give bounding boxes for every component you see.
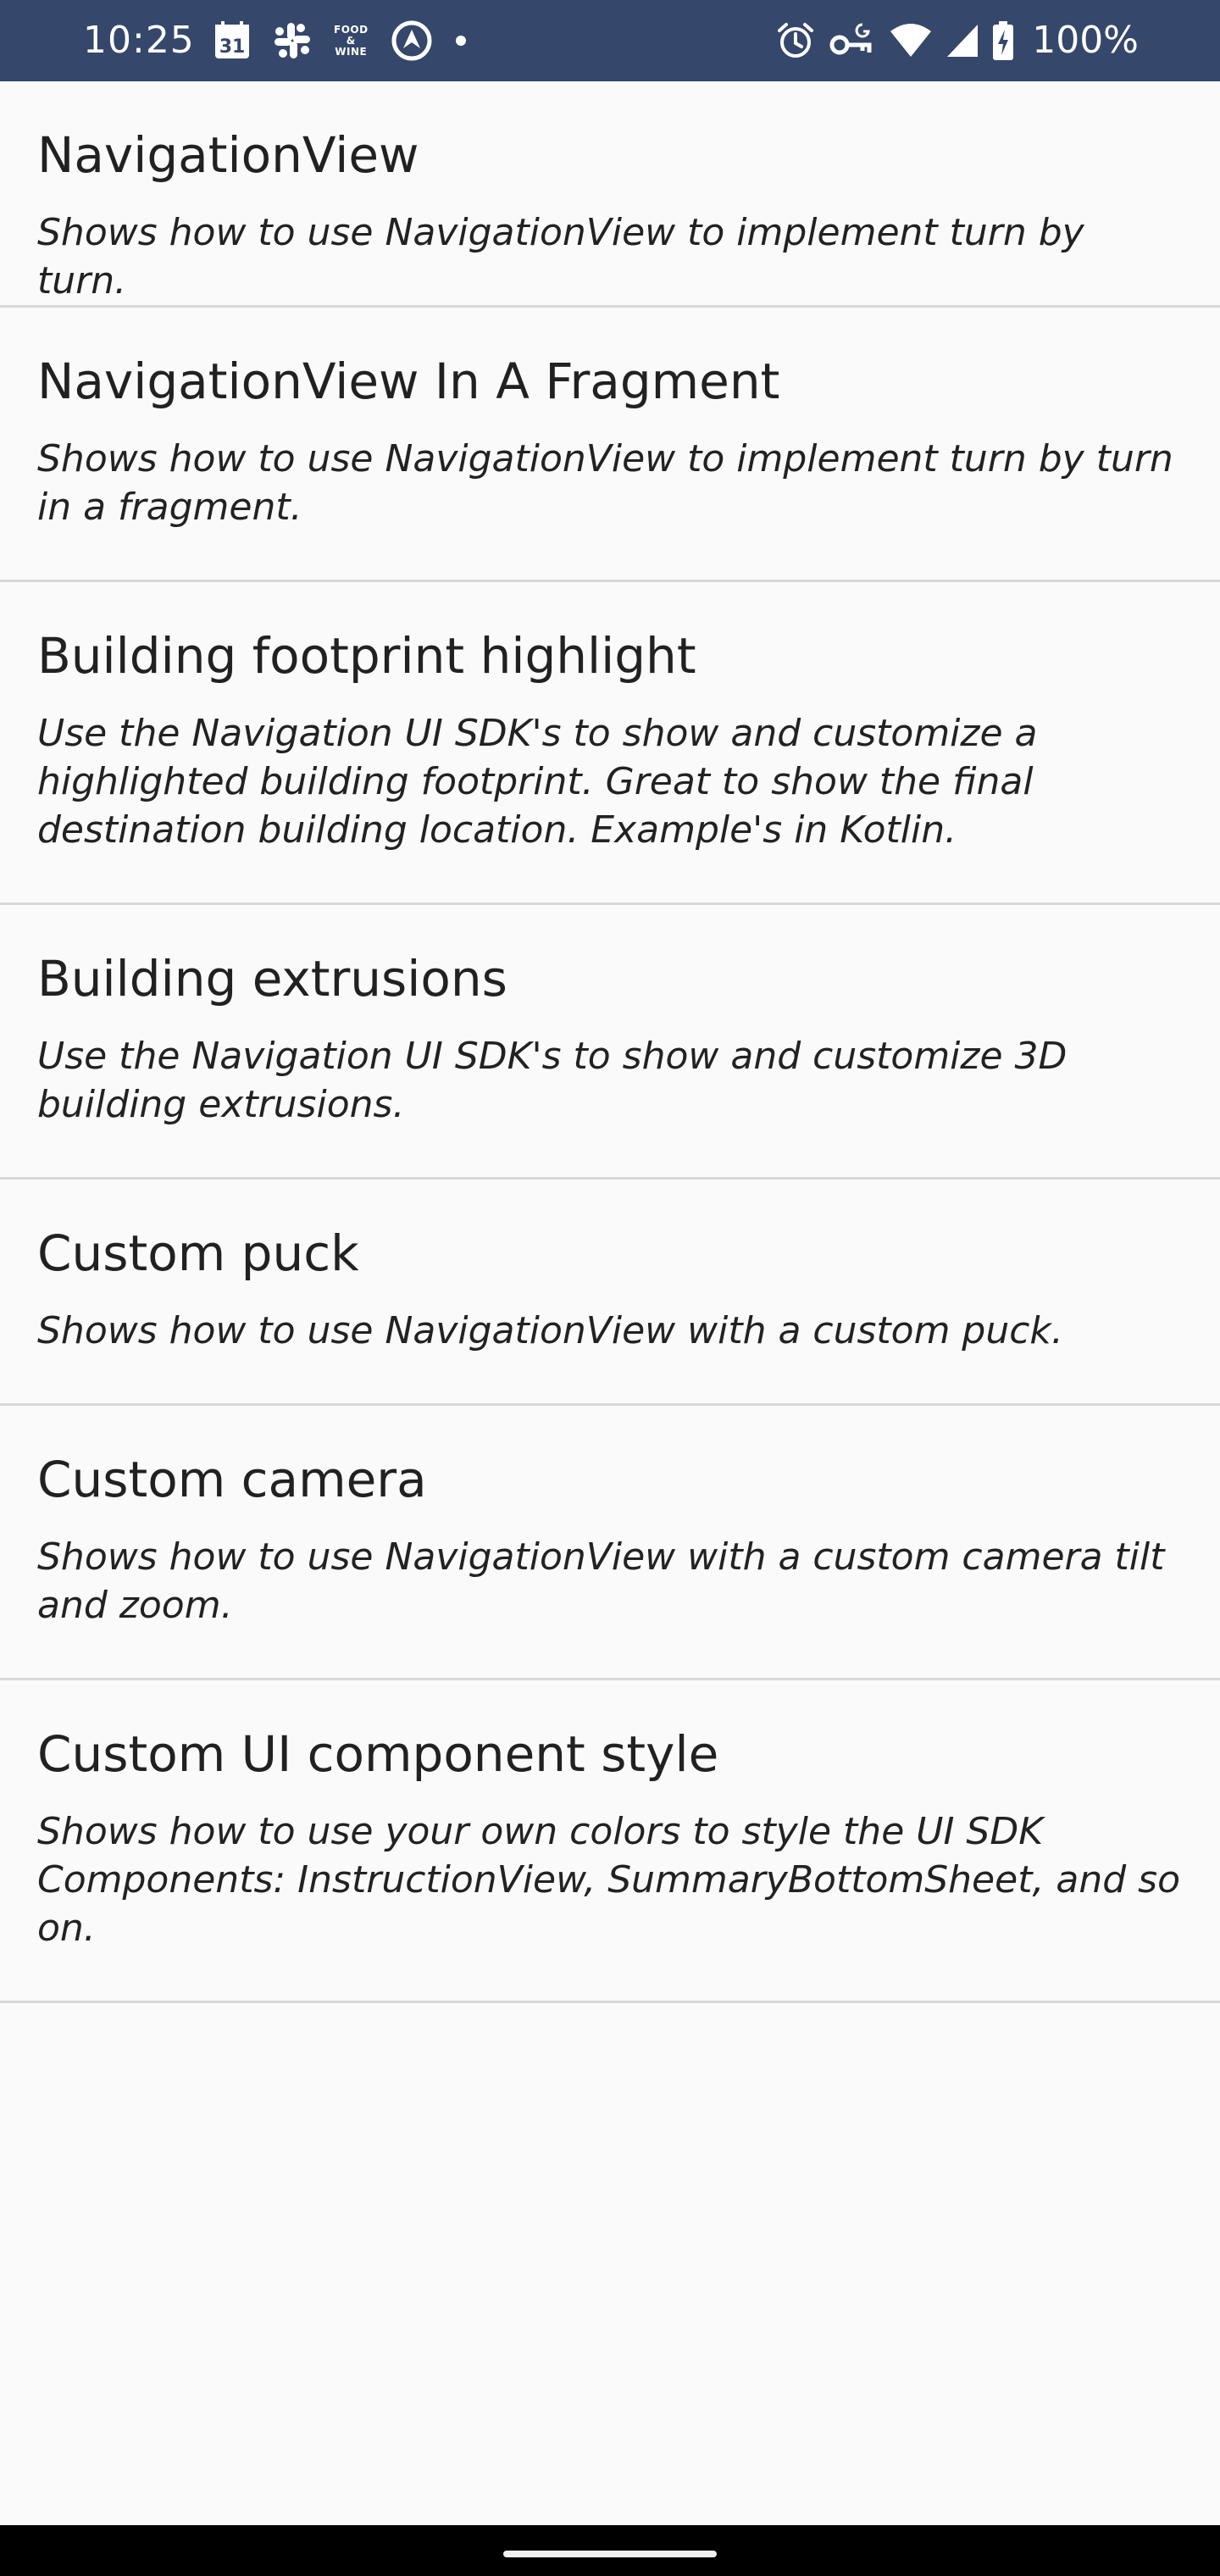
examples-list: NavigationView Shows how to use Navigati… xyxy=(0,81,1220,2003)
example-title: Building footprint highlight xyxy=(37,627,696,685)
navigation-bar xyxy=(0,2525,1220,2576)
status-system-icons: 100% xyxy=(776,19,1139,63)
status-time: 10:25 xyxy=(83,19,195,62)
example-title: Custom UI component style xyxy=(37,1725,719,1783)
food-wine-top: FOOD xyxy=(334,23,369,36)
food-wine-bottom: WINE xyxy=(335,45,368,58)
example-description: Shows how to use NavigationView with a c… xyxy=(37,1535,1165,1627)
calendar-day-number: 31 xyxy=(219,36,246,58)
example-description: Use the Navigation UI SDK's to show and … xyxy=(37,1035,1068,1126)
calendar-icon: 31 xyxy=(214,21,251,60)
example-title: Building extrusions xyxy=(37,950,507,1008)
food-wine-icon: FOOD & WINE xyxy=(334,23,369,58)
home-gesture-handle[interactable] xyxy=(503,2551,717,2557)
battery-percentage: 100% xyxy=(1032,19,1139,62)
example-item-navigation-view-fragment[interactable]: NavigationView In A Fragment Shows how t… xyxy=(0,308,1220,582)
food-wine-mid: & xyxy=(346,34,356,47)
example-item-navigation-view[interactable]: NavigationView Shows how to use Navigati… xyxy=(0,81,1220,308)
example-title: Custom camera xyxy=(37,1451,427,1508)
example-description: Shows how to use NavigationView with a c… xyxy=(37,1309,1063,1352)
example-item-custom-ui-component-style[interactable]: Custom UI component style Shows how to u… xyxy=(0,1680,1220,2003)
notification-dot-icon xyxy=(455,35,467,47)
battery-charging-icon xyxy=(993,21,1014,60)
navigation-app-icon xyxy=(391,19,433,62)
example-description: Use the Navigation UI SDK's to show and … xyxy=(37,712,1038,852)
signal-icon xyxy=(946,23,979,58)
status-notification-icons: 31 FOOD & WINE xyxy=(214,19,467,63)
example-item-custom-camera[interactable]: Custom camera Shows how to use Navigatio… xyxy=(0,1406,1220,1680)
example-title: NavigationView In A Fragment xyxy=(37,353,780,410)
example-item-custom-puck[interactable]: Custom puck Shows how to use NavigationV… xyxy=(0,1180,1220,1406)
example-description: Shows how to use NavigationView to imple… xyxy=(37,437,1173,529)
alarm-icon xyxy=(776,21,815,60)
example-item-building-footprint[interactable]: Building footprint highlight Use the Nav… xyxy=(0,582,1220,905)
vpn-key-icon xyxy=(829,21,876,60)
example-description: Shows how to use NavigationView to imple… xyxy=(37,211,1084,303)
example-title: Custom puck xyxy=(37,1224,359,1282)
slack-icon xyxy=(273,21,312,60)
status-bar: 10:25 31 FOOD & WINE 100% xyxy=(0,0,1220,81)
example-description: Shows how to use your own colors to styl… xyxy=(37,1810,1181,1950)
example-title: NavigationView xyxy=(37,126,419,184)
wifi-icon xyxy=(890,23,932,58)
example-item-building-extrusions[interactable]: Building extrusions Use the Navigation U… xyxy=(0,905,1220,1180)
